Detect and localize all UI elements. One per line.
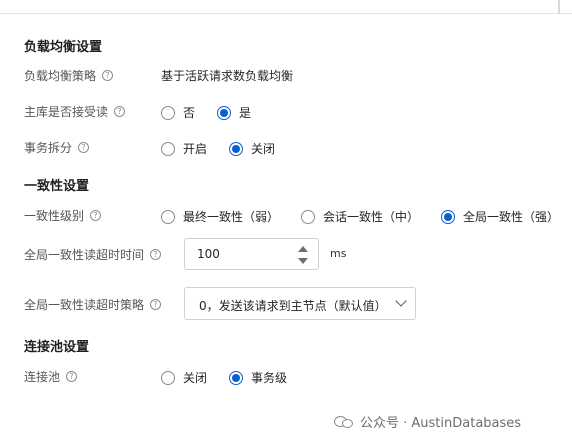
read-timeout-number-input[interactable]: 100 bbox=[184, 238, 319, 270]
help-icon[interactable]: ? bbox=[66, 371, 78, 382]
radio-txn-split-on[interactable]: 开启 bbox=[161, 140, 207, 157]
radio-label: 否 bbox=[183, 106, 196, 120]
field-label-txn-split: 事务拆分 ? bbox=[24, 139, 90, 156]
watermark: 公众号 · AustinDatabases bbox=[334, 412, 521, 431]
field-label-text: 事务拆分 bbox=[24, 141, 73, 155]
radio-circle[interactable] bbox=[161, 141, 175, 156]
field-label-timeout-policy: 全局一致性读超时策略 ? bbox=[24, 296, 162, 313]
field-label-text: 全局一致性读超时策略 bbox=[24, 298, 145, 312]
help-icon[interactable]: ? bbox=[102, 70, 114, 81]
radio-primary-read-yes[interactable]: 是 bbox=[217, 104, 251, 121]
watermark-text: 公众号 · AustinDatabases bbox=[360, 416, 522, 431]
radio-label: 关闭 bbox=[183, 371, 208, 385]
radio-primary-read-no[interactable]: 否 bbox=[161, 104, 195, 121]
txn-split-radio-group: 开启 关闭 bbox=[161, 140, 297, 157]
radio-label: 是 bbox=[239, 106, 252, 120]
radio-circle[interactable] bbox=[161, 209, 175, 224]
primary-read-radio-group: 否 是 bbox=[161, 104, 273, 121]
radio-circle[interactable] bbox=[161, 370, 175, 385]
timeout-policy-select[interactable]: 0，发送该请求到主节点（默认值） bbox=[184, 287, 416, 320]
section-title-pool: 连接池设置 bbox=[24, 340, 90, 355]
radio-pool-transaction[interactable]: 事务级 bbox=[229, 369, 287, 386]
radio-level-session[interactable]: 会话一致性（中） bbox=[301, 208, 419, 225]
wechat-icon bbox=[334, 414, 354, 430]
chevron-down-icon[interactable] bbox=[395, 295, 407, 307]
section-title-consistency: 一致性设置 bbox=[24, 179, 90, 194]
radio-label: 最终一致性（弱） bbox=[183, 210, 280, 224]
field-label-read-timeout: 全局一致性读超时时间 ? bbox=[24, 246, 162, 263]
help-icon[interactable]: ? bbox=[114, 106, 126, 117]
pool-radio-group: 关闭 事务级 bbox=[161, 369, 309, 386]
field-label-consistency-level: 一致性级别 ? bbox=[24, 207, 102, 224]
radio-pool-off[interactable]: 关闭 bbox=[161, 369, 207, 386]
field-label-text: 负载均衡策略 bbox=[24, 69, 97, 83]
radio-level-global[interactable]: 全局一致性（强） bbox=[441, 208, 559, 225]
field-label-primary-read: 主库是否接受读 ? bbox=[24, 103, 126, 120]
field-label-lb-policy: 负载均衡策略 ? bbox=[24, 67, 114, 84]
help-icon[interactable]: ? bbox=[90, 210, 102, 221]
timeout-policy-selected-value: 0，发送该请求到主节点（默认值） bbox=[199, 299, 387, 313]
consistency-level-radio-group: 最终一致性（弱） 会话一致性（中） 全局一致性（强） bbox=[161, 208, 572, 225]
read-timeout-unit: ms bbox=[330, 247, 347, 260]
radio-label: 事务级 bbox=[251, 371, 288, 385]
radio-label: 会话一致性（中） bbox=[323, 210, 420, 224]
increment-arrow-icon[interactable] bbox=[298, 246, 308, 252]
radio-label: 关闭 bbox=[251, 142, 276, 156]
read-timeout-value[interactable]: 100 bbox=[197, 247, 220, 261]
lb-policy-value: 基于活跃请求数负载均衡 bbox=[161, 69, 294, 83]
field-label-text: 全局一致性读超时时间 bbox=[24, 248, 145, 262]
field-label-pool: 连接池 ? bbox=[24, 368, 78, 385]
field-label-text: 连接池 bbox=[24, 370, 61, 384]
radio-circle-checked[interactable] bbox=[441, 209, 456, 224]
radio-txn-split-off[interactable]: 关闭 bbox=[229, 140, 275, 157]
radio-circle-checked[interactable] bbox=[229, 370, 244, 385]
radio-circle-checked[interactable] bbox=[217, 105, 232, 120]
help-icon[interactable]: ? bbox=[78, 142, 90, 153]
field-label-text: 一致性级别 bbox=[24, 209, 85, 223]
help-icon[interactable]: ? bbox=[150, 249, 162, 260]
radio-label: 全局一致性（强） bbox=[463, 210, 560, 224]
field-label-text: 主库是否接受读 bbox=[24, 105, 109, 119]
section-title-load-balancing: 负载均衡设置 bbox=[24, 40, 103, 55]
radio-circle[interactable] bbox=[301, 209, 316, 224]
radio-label: 开启 bbox=[183, 142, 208, 156]
radio-circle-checked[interactable] bbox=[229, 141, 244, 156]
decrement-arrow-icon[interactable] bbox=[298, 258, 308, 264]
radio-level-eventual[interactable]: 最终一致性（弱） bbox=[161, 208, 279, 225]
help-icon[interactable]: ? bbox=[150, 299, 162, 310]
window-top-edge bbox=[0, 0, 572, 14]
radio-circle[interactable] bbox=[161, 105, 175, 120]
scrollbar-track[interactable] bbox=[558, 0, 560, 14]
